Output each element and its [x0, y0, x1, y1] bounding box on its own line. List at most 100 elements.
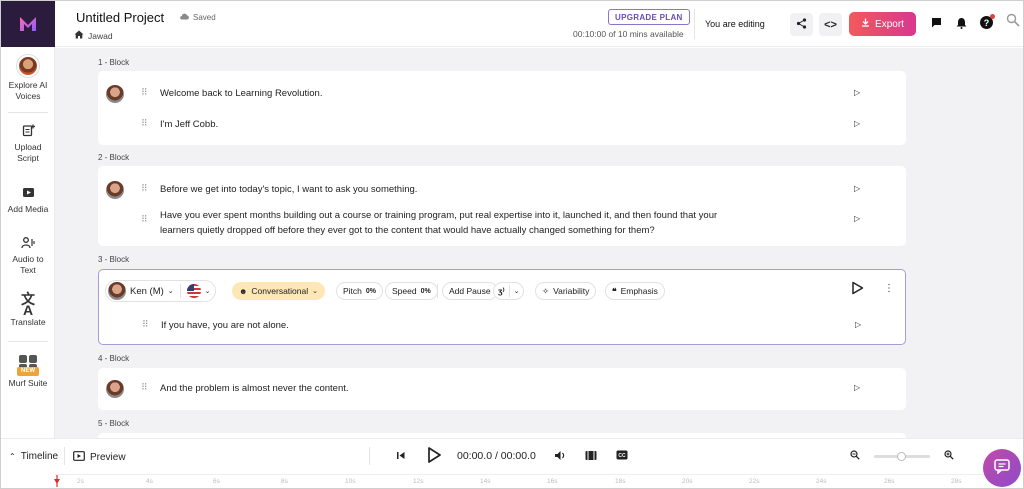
block-card[interactable]: ⠿ Welcome back to Learning Revolution. ▷… — [98, 71, 906, 145]
pitch-label: Pitch — [343, 286, 362, 296]
pitch-control[interactable]: Pitch 0% — [336, 282, 384, 300]
block-card[interactable]: ⠿ And the problem is almost never the co… — [98, 368, 906, 410]
sidebar-item-explore-ai-voices[interactable]: Explore AI Voices — [1, 55, 55, 102]
sidebar-item-label: Script — [17, 153, 39, 163]
divider — [437, 284, 438, 298]
search-icon[interactable] — [1006, 13, 1020, 30]
add-pause-button[interactable]: Add Pause — [442, 282, 498, 300]
owner-name[interactable]: Jawad — [88, 31, 113, 41]
divider — [8, 341, 48, 342]
voice-selector[interactable]: Ken (M) ⌄ ⌄ — [105, 280, 216, 302]
script-line[interactable]: Have you ever spent months building out … — [160, 208, 717, 223]
play-icon[interactable]: ▷ — [854, 88, 860, 97]
block-label: 2 - Block — [98, 153, 130, 162]
play-icon[interactable]: ▷ — [854, 383, 860, 392]
minutes-available: 00:10:00 of 10 mins available — [573, 29, 684, 39]
speaker-avatar[interactable] — [106, 380, 124, 398]
share-button[interactable] — [790, 13, 813, 36]
project-title[interactable]: Untitled Project — [76, 10, 164, 25]
timeline-bar: ⌃ Timeline Preview 00:00.0 / 00:00.0 CC — [1, 438, 1023, 488]
murf-logo[interactable] — [1, 1, 55, 47]
sidebar-item-label: Upload — [14, 142, 42, 152]
sidebar-item-label: Explore AI — [8, 80, 48, 90]
drag-handle-icon[interactable]: ⠿ — [142, 319, 149, 330]
play-icon[interactable]: ▷ — [855, 320, 861, 329]
script-line[interactable]: Welcome back to Learning Revolution. — [160, 86, 322, 101]
app-window: Explore AI Voices Upload Script Add Medi… — [0, 0, 1024, 489]
upgrade-plan-button[interactable]: UPGRADE PLAN — [608, 9, 690, 25]
play-block-icon[interactable] — [851, 281, 864, 298]
variability-button[interactable]: ✧ Variability — [535, 282, 597, 300]
block-label: 4 - Block — [98, 354, 130, 363]
drag-handle-icon[interactable]: ⠿ — [141, 87, 148, 98]
playhead[interactable] — [54, 475, 60, 487]
zoom-in-icon[interactable] — [944, 450, 954, 463]
script-line[interactable]: I'm Jeff Cobb. — [160, 117, 218, 132]
sidebar-item-upload-script[interactable]: Upload Script — [1, 121, 55, 164]
style-selector[interactable]: ☻ Conversational ⌄ — [232, 282, 325, 300]
home-icon[interactable] — [74, 30, 84, 41]
download-icon — [861, 18, 870, 30]
drag-handle-icon[interactable]: ⠿ — [141, 118, 148, 129]
drag-handle-icon[interactable]: ⠿ — [141, 382, 148, 393]
skip-back-icon[interactable] — [396, 451, 406, 463]
speaker-avatar[interactable] — [106, 85, 124, 103]
add-pause-label: Add Pause — [449, 286, 491, 296]
zoom-out-icon[interactable] — [850, 450, 860, 463]
notifications-icon[interactable] — [956, 17, 967, 32]
divider — [369, 447, 370, 465]
sidebar-item-label: Audio to — [12, 254, 44, 264]
breadcrumb: Jawad — [74, 30, 113, 41]
ruler-tick: 14s — [480, 478, 491, 485]
timeline-toggle[interactable]: ⌃ Timeline — [9, 451, 58, 462]
captions-icon[interactable]: CC — [616, 450, 628, 463]
volume-icon[interactable] — [554, 450, 566, 464]
script-line[interactable]: learners quietly dropped off before they… — [160, 223, 655, 238]
script-line[interactable]: If you have, you are not alone. — [161, 318, 289, 333]
emoji-icon: ☻ — [239, 286, 248, 296]
emphasis-button[interactable]: ❝ Emphasis — [605, 282, 665, 300]
murf-suite-icon: NEW — [17, 354, 39, 376]
new-badge: NEW — [17, 367, 39, 376]
play-icon[interactable]: ▷ — [854, 119, 860, 128]
script-line[interactable]: And the problem is almost never the cont… — [160, 381, 349, 396]
block-card[interactable]: ⠿ Before we get into today's topic, I wa… — [98, 166, 906, 246]
save-status-text: Saved — [193, 12, 216, 22]
us-flag-icon[interactable] — [186, 284, 201, 298]
pitch-value: 0% — [365, 287, 377, 295]
embed-button[interactable]: <> — [819, 13, 842, 36]
sidebar-item-add-media[interactable]: Add Media — [1, 183, 55, 215]
play-icon[interactable]: ▷ — [854, 214, 860, 223]
pronunciation-button[interactable]: ʒ⁾ ⌄ — [493, 282, 525, 300]
divider — [179, 284, 181, 298]
export-button[interactable]: Export — [849, 12, 916, 36]
speed-control[interactable]: Speed 0% — [385, 282, 438, 300]
block-card-active[interactable]: Ken (M) ⌄ ⌄ ☻ Conversational ⌄ Pitch 0% … — [98, 269, 906, 345]
chat-support-button[interactable] — [983, 449, 1021, 487]
sidebar-item-label: Add Media — [7, 204, 49, 214]
sparkle-icon: ✧ — [542, 285, 550, 296]
chevron-down-icon: ⌄ — [312, 288, 318, 295]
sidebar-item-audio-to-text[interactable]: Audio to Text — [1, 233, 55, 276]
sidebar-item-translate[interactable]: 文A Translate — [1, 292, 55, 328]
preview-button[interactable]: Preview — [73, 451, 126, 464]
ruler-tick: 22s — [749, 478, 760, 485]
play-icon[interactable]: ▷ — [854, 184, 860, 193]
more-options-icon[interactable]: ⋮ — [884, 283, 894, 294]
zoom-slider-handle[interactable] — [897, 452, 906, 461]
svg-text:CC: CC — [618, 453, 626, 459]
add-media-icon — [19, 183, 37, 201]
sidebar-item-murf-suite[interactable]: NEW Murf Suite — [1, 354, 55, 389]
play-icon[interactable] — [427, 446, 442, 467]
video-clip-icon[interactable] — [585, 450, 597, 464]
comments-icon[interactable] — [931, 17, 942, 31]
style-label: Conversational — [251, 286, 309, 296]
divider — [508, 285, 510, 297]
drag-handle-icon[interactable]: ⠿ — [141, 214, 148, 225]
murf-logo-icon — [20, 17, 36, 31]
variability-label: Variability — [553, 286, 590, 296]
timeline-ruler[interactable]: 2s 4s 6s 8s 10s 12s 14s 16s 18s 20s 22s … — [55, 474, 1023, 488]
script-line[interactable]: Before we get into today's topic, I want… — [160, 182, 417, 197]
drag-handle-icon[interactable]: ⠿ — [141, 183, 148, 194]
speaker-avatar[interactable] — [106, 181, 124, 199]
